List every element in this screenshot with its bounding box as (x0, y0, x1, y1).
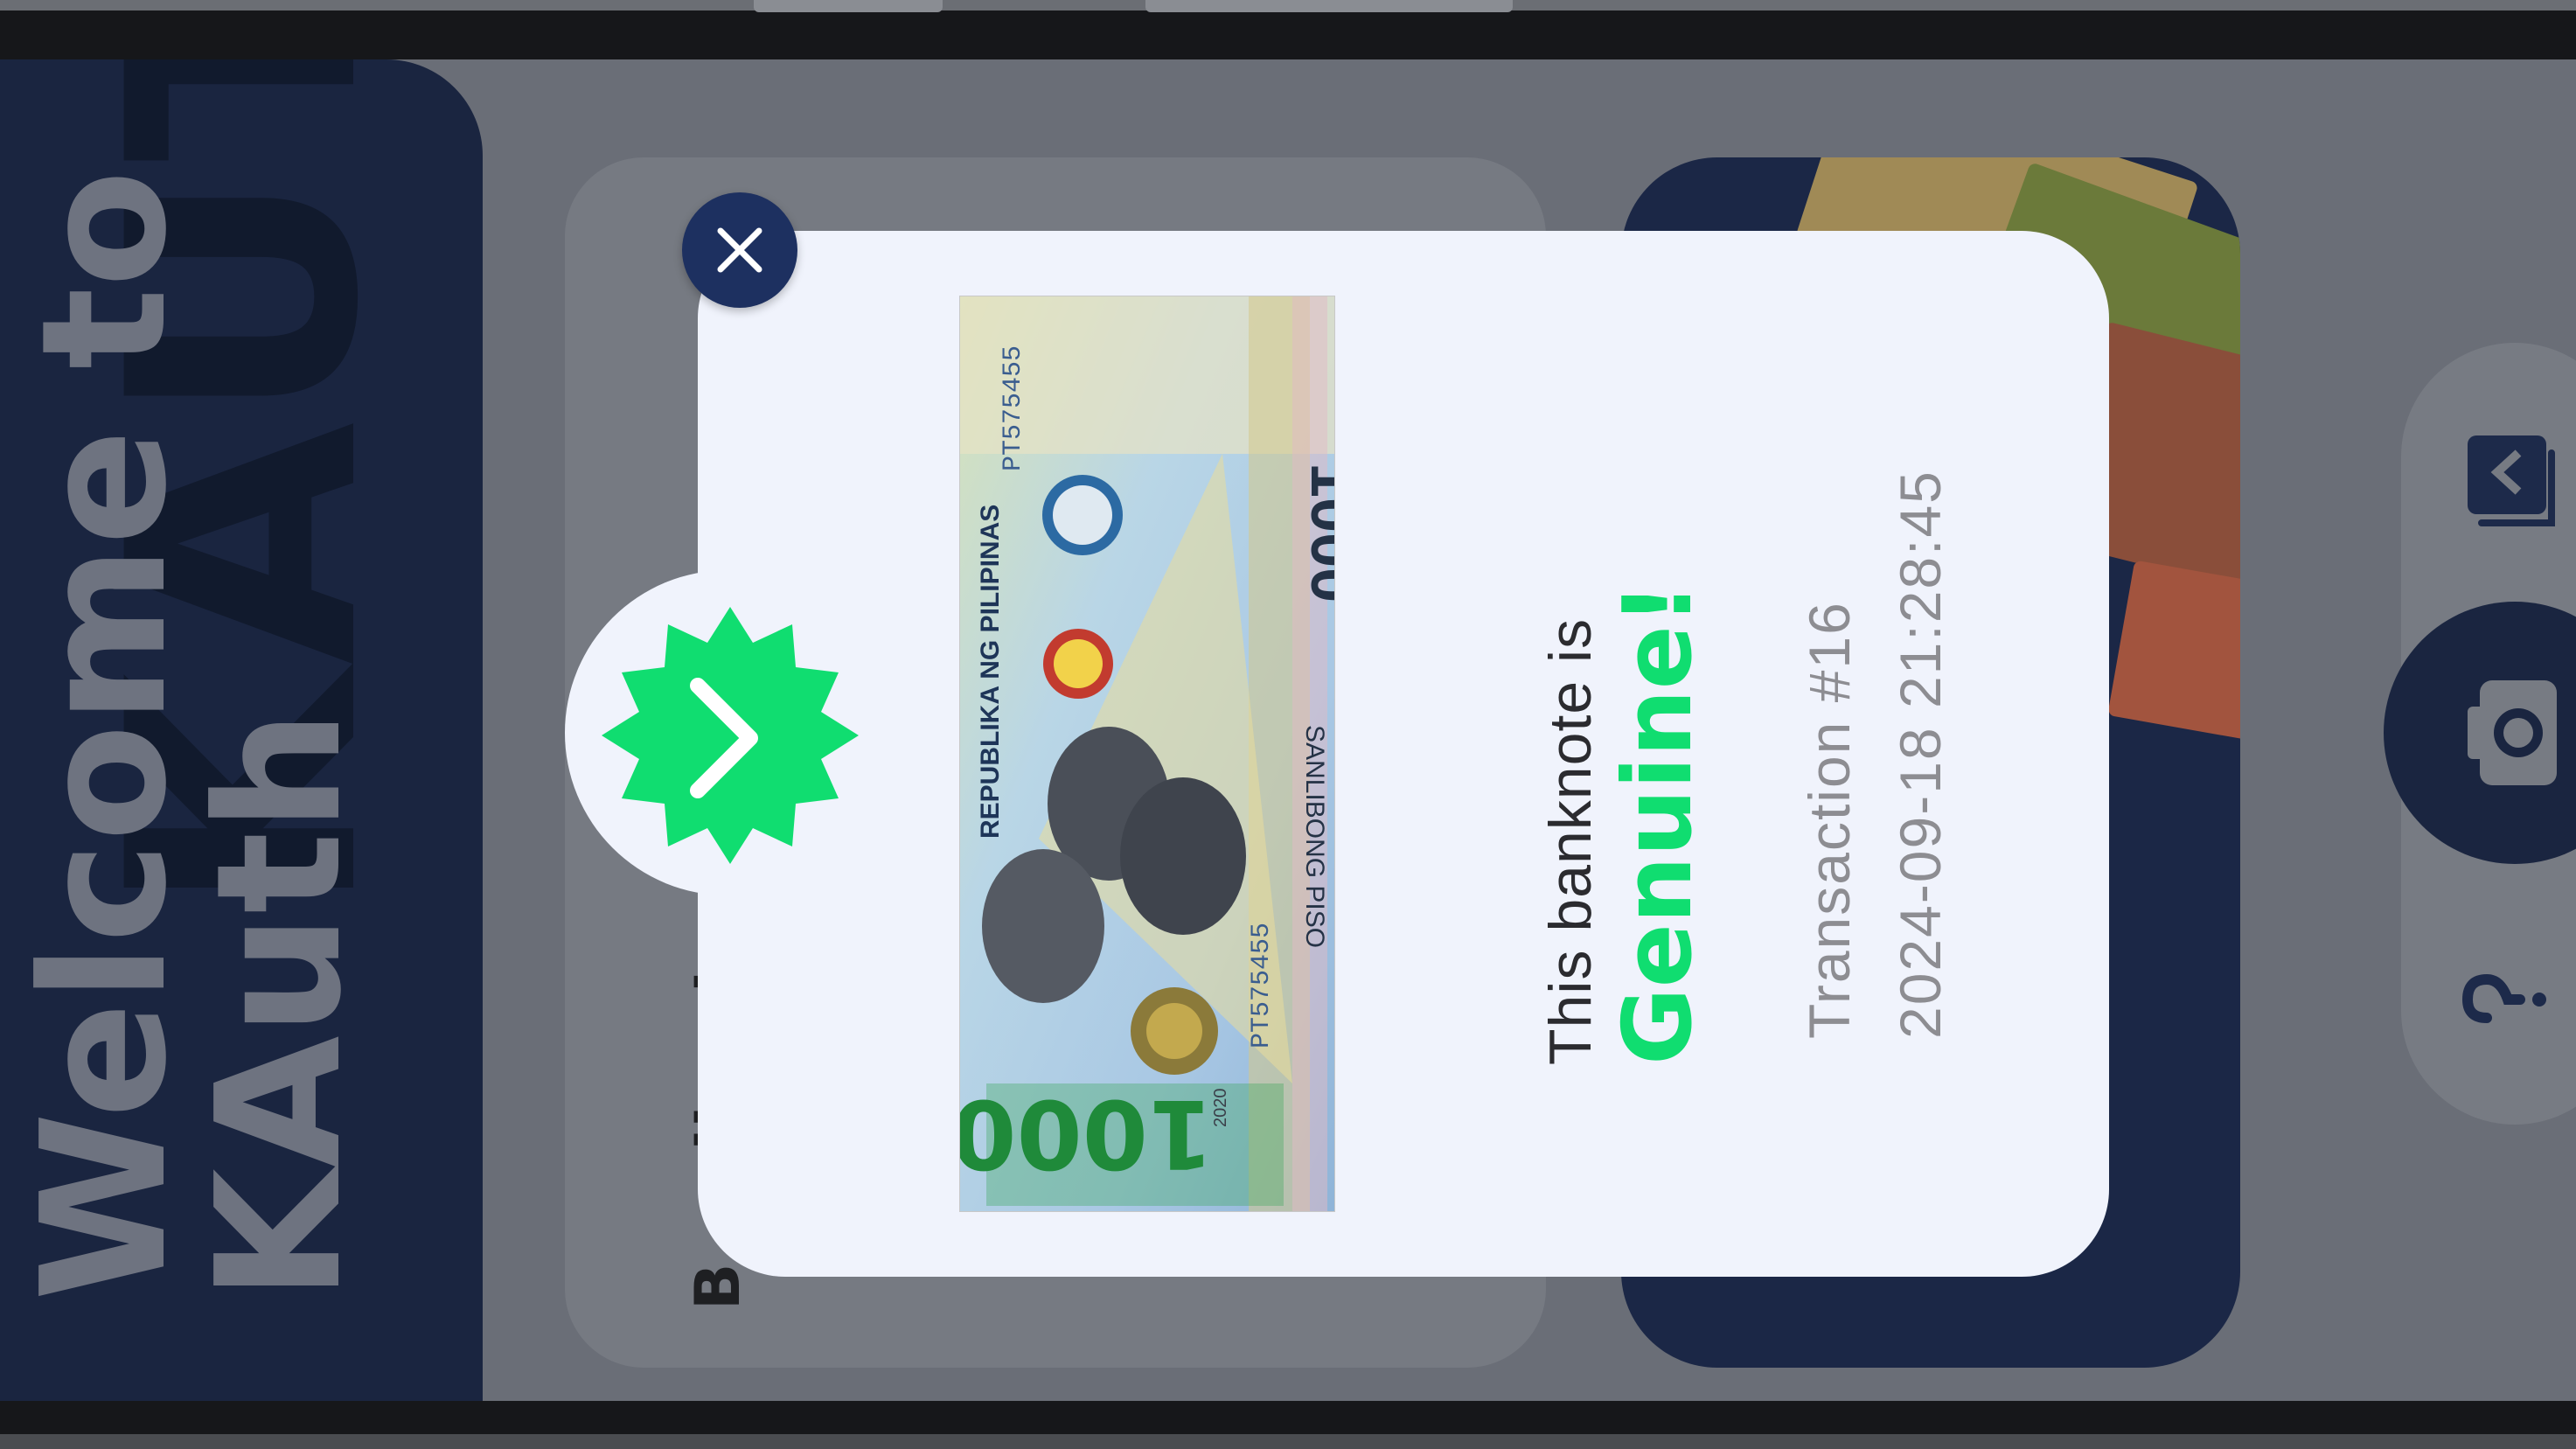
camera-icon (2468, 680, 2557, 785)
banknote-denomination-top: 1000 (1298, 463, 1334, 603)
phone-frame: KAUTH Welcome to KAuth B ... II ... I (0, 0, 2576, 1449)
banknote-serial-top: PT575455 (999, 345, 1028, 471)
gallery-button[interactable] (2448, 427, 2562, 540)
help-button[interactable] (2457, 951, 2553, 1048)
welcome-title: Welcome to KAuth (5, 170, 379, 1301)
banknote-denomination-words: SANLIBONG PISO (1300, 725, 1329, 948)
welcome-panel: KAUTH Welcome to KAuth (0, 59, 483, 1401)
device-volume-button (1145, 0, 1513, 12)
camera-button[interactable] (2384, 602, 2576, 864)
close-icon (717, 227, 762, 273)
banknote-denomination-large: 1000 (960, 1078, 1214, 1188)
banknote-graphic: REPUBLIKA NG PILIPINAS 1000 SANLIBONG PI… (960, 296, 1334, 1211)
verified-badge-icon (602, 607, 859, 864)
transaction-timestamp: 2024-09-18 21:28:45 (1888, 470, 1953, 1039)
banknote-serial-bottom: PT575455 (1247, 923, 1277, 1048)
gallery-icon (2468, 435, 2555, 526)
verdict-label: Genuine! (1604, 582, 1713, 1065)
close-button[interactable] (682, 192, 797, 308)
banknote-country-text: REPUBLIKA NG PILIPINAS (976, 505, 1005, 839)
welcome-title-line1: Welcome to (5, 170, 205, 1301)
transaction-details: Transaction #16 2024-09-18 21:28:45 (1784, 287, 1959, 1039)
welcome-title-line2: KAuth (180, 709, 379, 1301)
help-icon (2461, 973, 2546, 1023)
banknote-image: REPUBLIKA NG PILIPINAS 1000 SANLIBONG PI… (959, 296, 1335, 1212)
app-screen: KAUTH Welcome to KAuth B ... II ... I (0, 59, 2576, 1401)
transaction-number: Transaction #16 (1797, 601, 1862, 1039)
result-prefix: This banknote is (1537, 617, 1604, 1065)
banknote-illustration (2107, 560, 2240, 752)
device-side-button (754, 0, 943, 12)
device-bezel-bottom (0, 1434, 2576, 1449)
